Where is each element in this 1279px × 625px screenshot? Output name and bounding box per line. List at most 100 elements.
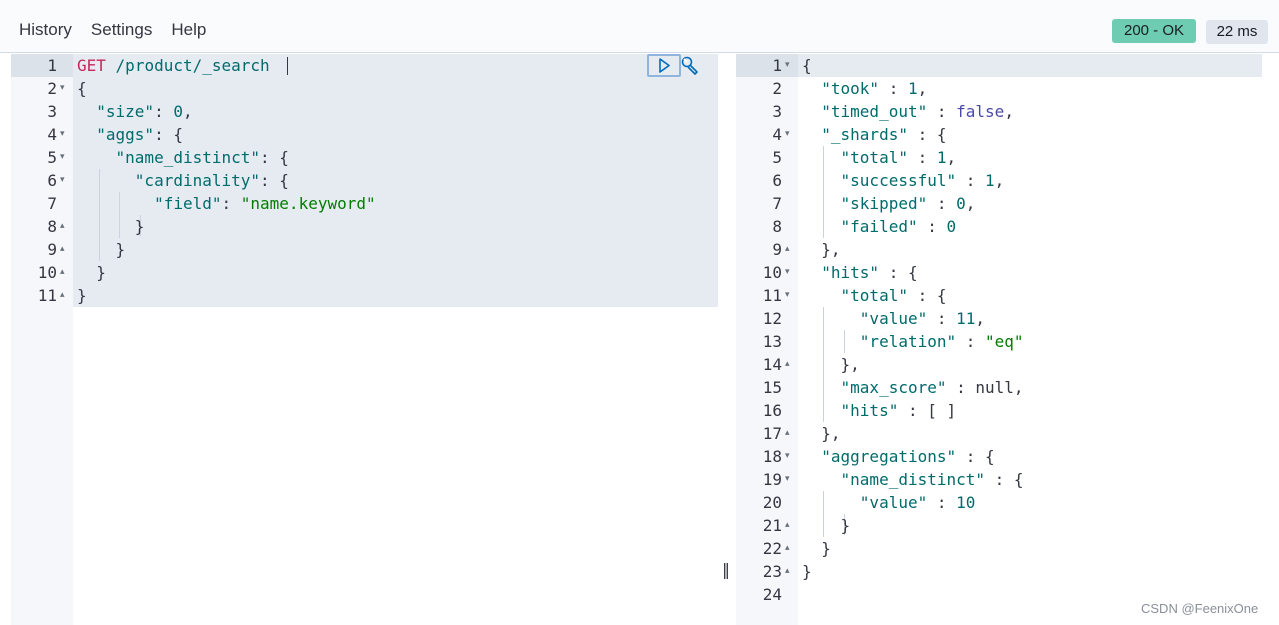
- settings-menu[interactable]: Settings: [91, 20, 152, 40]
- fold-collapse-icon[interactable]: ▾: [60, 146, 70, 169]
- code-token: "value": [859, 493, 928, 512]
- line-number: 15: [762, 378, 782, 397]
- code-token: ,: [946, 148, 957, 167]
- code-text: "value" : 10: [802, 491, 976, 514]
- code-token: }: [77, 286, 87, 305]
- fold-collapse-icon[interactable]: ▾: [60, 169, 70, 192]
- history-menu[interactable]: History: [19, 20, 72, 40]
- code-line[interactable]: 2 "took" : 1,: [736, 77, 1262, 100]
- code-line[interactable]: 19 ▾ "name_distinct" : {: [736, 468, 1262, 491]
- code-line[interactable]: 9 ▴ },: [736, 238, 1262, 261]
- line-number: 1: [772, 56, 782, 75]
- code-token: ,: [1004, 102, 1014, 121]
- line-number: 17: [762, 424, 782, 443]
- fold-end-icon[interactable]: ▴: [60, 215, 70, 238]
- code-token: {: [802, 56, 812, 75]
- fold-collapse-icon[interactable]: ▾: [785, 261, 795, 284]
- code-line[interactable]: 22 ▴ }: [736, 537, 1262, 560]
- code-token: :: [927, 102, 957, 121]
- code-line[interactable]: 2 ▾ {: [11, 77, 718, 100]
- fold-collapse-icon[interactable]: ▾: [785, 284, 795, 307]
- code-line[interactable]: 10 ▴ }: [11, 261, 718, 284]
- code-token: :: [917, 217, 947, 236]
- fold-collapse-icon[interactable]: ▾: [60, 123, 70, 146]
- code-line[interactable]: 8 ▴ }: [11, 215, 718, 238]
- fold-end-icon[interactable]: ▴: [785, 353, 795, 376]
- fold-end-icon[interactable]: ▴: [60, 284, 70, 307]
- status-badge: 200 - OK: [1112, 19, 1196, 43]
- line-number: 10: [762, 263, 782, 282]
- code-line[interactable]: 5 "total" : 1,: [736, 146, 1262, 169]
- code-line[interactable]: 10 ▾ "hits" : {: [736, 261, 1262, 284]
- code-line[interactable]: 6 ▾ "cardinality": {: [11, 169, 718, 192]
- code-token: 1: [907, 79, 918, 98]
- code-line[interactable]: 3 "timed_out" : false,: [736, 100, 1262, 123]
- code-token: 1: [936, 148, 947, 167]
- code-line[interactable]: 12 "value" : 11,: [736, 307, 1262, 330]
- fold-collapse-icon[interactable]: ▾: [785, 123, 795, 146]
- code-text: },: [802, 238, 840, 261]
- code-line[interactable]: 11 ▴}: [11, 284, 718, 307]
- code-token: GET: [77, 56, 106, 75]
- code-line[interactable]: 11 ▾ "total" : {: [736, 284, 1262, 307]
- fold-end-icon[interactable]: ▴: [785, 514, 795, 537]
- code-line[interactable]: 7 "field": "name.keyword": [11, 192, 718, 215]
- help-menu[interactable]: Help: [171, 20, 206, 40]
- fold-collapse-icon[interactable]: ▾: [785, 445, 795, 468]
- code-token: : {: [154, 125, 183, 144]
- code-line[interactable]: 6 "successful" : 1,: [736, 169, 1262, 192]
- code-line[interactable]: 4 ▾ "_shards" : {: [736, 123, 1262, 146]
- line-number: 14: [762, 355, 782, 374]
- code-line[interactable]: 9 ▴ }: [11, 238, 718, 261]
- fold-end-icon[interactable]: ▴: [785, 238, 795, 261]
- fold-collapse-icon[interactable]: ▾: [785, 54, 795, 77]
- fold-end-icon[interactable]: ▴: [60, 261, 70, 284]
- code-line[interactable]: 3 "size": 0,: [11, 100, 718, 123]
- code-line[interactable]: 13 "relation" : "eq": [736, 330, 1262, 353]
- request-editor[interactable]: 1 GET /product/_search 2 ▾{3 "size": 0, 4 ▾ "…: [11, 54, 718, 625]
- line-number: 1: [47, 56, 57, 75]
- code-line[interactable]: 17 ▴ },: [736, 422, 1262, 445]
- watermark: CSDN @FeenixOne: [1141, 601, 1259, 616]
- code-text: "relation" : "eq": [802, 330, 1024, 353]
- code-text: }: [802, 560, 812, 583]
- code-text: },: [802, 422, 840, 445]
- response-viewer[interactable]: 1 ▾{2 "took" : 1, 3 "timed_out" : false, 4 ▾…: [736, 54, 1262, 625]
- line-number: 8: [47, 217, 57, 236]
- code-line[interactable]: 14 ▴ },: [736, 353, 1262, 376]
- code-token: : {: [907, 125, 947, 144]
- fold-end-icon[interactable]: ▴: [785, 422, 795, 445]
- code-text: "hits" : {: [802, 261, 918, 284]
- send-request-button[interactable]: [647, 54, 681, 77]
- code-line[interactable]: 23 ▴}: [736, 560, 1262, 583]
- code-line[interactable]: 21 ▴ }: [736, 514, 1262, 537]
- code-line[interactable]: 4 ▾ "aggs": {: [11, 123, 718, 146]
- fold-end-icon[interactable]: ▴: [785, 537, 795, 560]
- fold-collapse-icon[interactable]: ▾: [785, 468, 795, 491]
- code-line[interactable]: 1 GET /product/_search: [11, 54, 718, 77]
- pane-resize-handle[interactable]: ‖: [722, 560, 730, 579]
- code-line[interactable]: 7 "skipped" : 0,: [736, 192, 1262, 215]
- line-number: 4: [47, 125, 57, 144]
- code-line[interactable]: 1 ▾ {: [736, 54, 1262, 77]
- code-line[interactable]: 5 ▾ "name_distinct": {: [11, 146, 718, 169]
- code-line[interactable]: 16 "hits" : [ ]: [736, 399, 1262, 422]
- code-token: : {: [879, 263, 918, 282]
- code-token: {: [77, 79, 87, 98]
- code-line[interactable]: 20 "value" : 10: [736, 491, 1262, 514]
- code-token: : {: [985, 470, 1024, 489]
- code-line[interactable]: 18 ▾ "aggregations" : {: [736, 445, 1262, 468]
- fold-collapse-icon[interactable]: ▾: [60, 77, 70, 100]
- code-line[interactable]: 15 "max_score" : null,: [736, 376, 1262, 399]
- code-line[interactable]: 8 "failed" : 0: [736, 215, 1262, 238]
- code-token: "eq": [985, 332, 1024, 351]
- fold-end-icon[interactable]: ▴: [60, 238, 70, 261]
- fold-end-icon[interactable]: ▴: [785, 560, 795, 583]
- request-settings-button[interactable]: [679, 55, 701, 77]
- code-token: ,: [182, 102, 193, 121]
